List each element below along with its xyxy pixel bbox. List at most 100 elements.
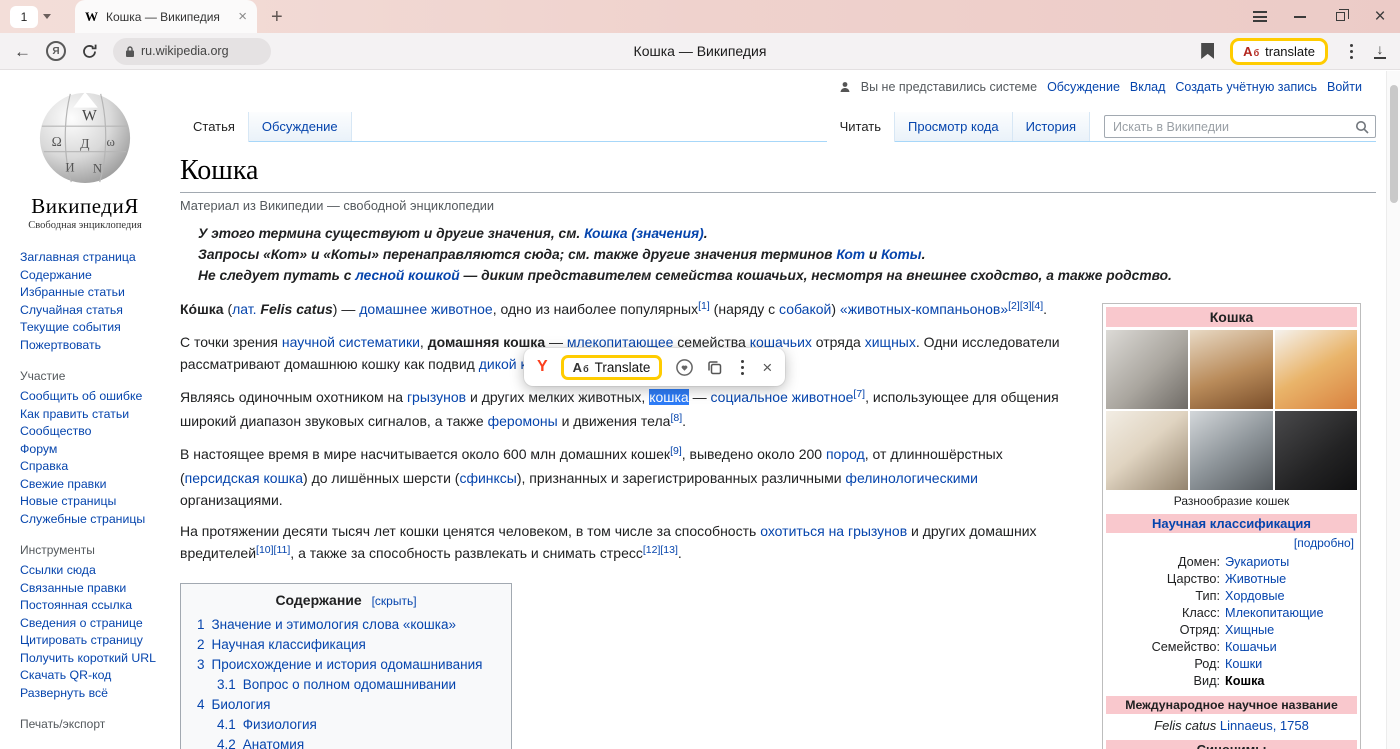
- browser-menu-button[interactable]: [1240, 0, 1280, 33]
- taxonomy-value[interactable]: Кошка: [1225, 673, 1264, 690]
- taxonomy-value[interactable]: Хордовые: [1225, 588, 1285, 605]
- toc-item[interactable]: 2Научная классификация: [197, 635, 495, 655]
- wiki-link[interactable]: сфинксы: [459, 470, 516, 486]
- wiki-link[interactable]: лесной кошкой: [355, 268, 459, 283]
- sidebar-link[interactable]: Скачать QR-код: [20, 667, 156, 685]
- wiki-link[interactable]: Кошка (значения): [584, 226, 704, 241]
- cat-photo-brown-sitting[interactable]: [1190, 330, 1272, 409]
- toolbar-more-button[interactable]: [1344, 41, 1358, 61]
- taxonomy-value[interactable]: Хищные: [1225, 622, 1274, 639]
- wiki-link[interactable]: социальное животное: [711, 389, 854, 405]
- wikipedia-globe-logo[interactable]: W Ω Д ω И N: [36, 87, 134, 188]
- sidebar-link[interactable]: Служебные страницы: [20, 511, 156, 529]
- copy-button[interactable]: [707, 360, 722, 375]
- sidebar-link[interactable]: Сообщество: [20, 423, 156, 441]
- ref-link[interactable]: [9]: [670, 445, 682, 457]
- wiki-link[interactable]: научной систематики: [282, 334, 420, 350]
- sidebar-link[interactable]: Содержание: [20, 267, 156, 285]
- wiki-link[interactable]: фелинологическими: [845, 470, 978, 486]
- popup-close-button[interactable]: ×: [762, 359, 772, 376]
- search-input[interactable]: [1104, 115, 1376, 138]
- cat-photo-tabby-standing[interactable]: [1190, 411, 1272, 490]
- view-tab[interactable]: История: [1013, 112, 1090, 141]
- sidebar-link[interactable]: Сообщить об ошибке: [20, 388, 156, 406]
- toc-item[interactable]: 4.1Физиология: [217, 715, 495, 735]
- ref-link[interactable]: [7]: [853, 388, 865, 400]
- sidebar-link[interactable]: Получить короткий URL: [20, 650, 156, 668]
- toc-item[interactable]: 3.1Вопрос о полном одомашнивании: [217, 675, 495, 695]
- ref-link[interactable]: [12][13]: [643, 544, 678, 556]
- sidebar-link[interactable]: Случайная статья: [20, 302, 156, 320]
- wiki-link[interactable]: феромоны: [488, 413, 558, 429]
- sidebar-link[interactable]: Цитировать страницу: [20, 632, 156, 650]
- yandex-logo[interactable]: Y: [537, 358, 548, 376]
- sidebar-link[interactable]: Заглавная страница: [20, 249, 156, 267]
- window-close-button[interactable]: ×: [1360, 0, 1400, 33]
- new-tab-button[interactable]: +: [271, 7, 283, 27]
- wiki-link[interactable]: персидская кошка: [185, 470, 303, 486]
- taxonomy-value[interactable]: Млекопитающие: [1225, 605, 1324, 622]
- sidebar-link[interactable]: Пожертвовать: [20, 337, 156, 355]
- details-link[interactable]: [подробно]: [1106, 533, 1357, 552]
- wiki-link[interactable]: собакой: [779, 301, 831, 317]
- wiki-link[interactable]: лат.: [232, 301, 256, 317]
- personal-link[interactable]: Обсуждение: [1047, 80, 1120, 94]
- restore-button[interactable]: [1320, 0, 1360, 33]
- cat-photo-orange-white[interactable]: [1275, 330, 1357, 409]
- ref-link[interactable]: [2][3][4]: [1008, 300, 1043, 312]
- translate-button[interactable]: Aб translate: [1230, 38, 1328, 65]
- personal-link[interactable]: Войти: [1327, 80, 1362, 94]
- sidebar-link[interactable]: Форум: [20, 441, 156, 459]
- taxonomy-value[interactable]: Животные: [1225, 571, 1286, 588]
- taxonomy-value[interactable]: Кошачьи: [1225, 639, 1277, 656]
- namespace-tab[interactable]: Обсуждение: [249, 112, 352, 141]
- wiki-link[interactable]: охотиться на грызунов: [760, 523, 907, 539]
- sidebar-link[interactable]: Постоянная ссылка: [20, 597, 156, 615]
- reaction-button[interactable]: [675, 358, 694, 377]
- wiki-link[interactable]: Linnaeus, 1758: [1220, 718, 1309, 733]
- taxonomy-value[interactable]: Эукариоты: [1225, 554, 1289, 571]
- sidebar-link[interactable]: Текущие события: [20, 319, 156, 337]
- popup-translate-button[interactable]: Aб Translate: [561, 355, 663, 380]
- sidebar-link[interactable]: Свежие правки: [20, 476, 156, 494]
- refresh-button[interactable]: [81, 43, 98, 60]
- tab-counter-button[interactable]: 1: [10, 6, 51, 28]
- browser-tab[interactable]: W Кошка — Википедия ×: [75, 0, 257, 33]
- classification-header[interactable]: Научная классификация: [1106, 514, 1357, 533]
- sidebar-link[interactable]: Ссылки сюда: [20, 562, 156, 580]
- search-icon[interactable]: [1355, 120, 1369, 137]
- sidebar-link[interactable]: Справка: [20, 458, 156, 476]
- view-tab[interactable]: Читать: [827, 112, 895, 142]
- sidebar-link[interactable]: Сведения о странице: [20, 615, 156, 633]
- namespace-tab[interactable]: Статья: [180, 112, 249, 142]
- sidebar-link[interactable]: Новые страницы: [20, 493, 156, 511]
- ref-link[interactable]: [1]: [698, 300, 710, 312]
- personal-link[interactable]: Вклад: [1130, 80, 1166, 94]
- sidebar-link[interactable]: Развернуть всё: [20, 685, 156, 703]
- ref-link[interactable]: [8]: [670, 412, 682, 424]
- cat-photo-grey-tabby-lying[interactable]: [1106, 330, 1188, 409]
- toc-item[interactable]: 1Значение и этимология слова «кошка»: [197, 615, 495, 635]
- toc-item[interactable]: 3Происхождение и история одомашнивания: [197, 655, 495, 675]
- sidebar-link[interactable]: Избранные статьи: [20, 284, 156, 302]
- view-tab[interactable]: Просмотр кода: [895, 112, 1013, 141]
- wiki-link[interactable]: пород: [826, 446, 865, 462]
- popup-more-button[interactable]: [735, 357, 749, 377]
- wiki-link[interactable]: Кот: [836, 247, 865, 262]
- page-scrollbar[interactable]: [1386, 71, 1400, 749]
- download-button[interactable]: ↓: [1374, 44, 1386, 59]
- toc-item[interactable]: 4.2Анатомия: [217, 735, 495, 749]
- chevron-down-icon[interactable]: [43, 14, 51, 19]
- taxonomy-value[interactable]: Кошки: [1225, 656, 1262, 673]
- sidebar-link[interactable]: Как править статьи: [20, 406, 156, 424]
- wiki-link[interactable]: грызунов: [407, 389, 466, 405]
- tab-close-icon[interactable]: ×: [238, 9, 247, 24]
- wiki-link[interactable]: «животных-компаньонов»: [840, 301, 1008, 317]
- sidebar-link[interactable]: Связанные правки: [20, 580, 156, 598]
- wiki-link[interactable]: хищных: [865, 334, 916, 350]
- cat-photo-black[interactable]: [1275, 411, 1357, 490]
- wikipedia-wordmark[interactable]: ВикипедиЯ: [0, 194, 170, 219]
- bookmark-icon[interactable]: [1201, 43, 1214, 59]
- yandex-home-button[interactable]: Я: [46, 41, 66, 61]
- toc-item[interactable]: 4Биология: [197, 695, 495, 715]
